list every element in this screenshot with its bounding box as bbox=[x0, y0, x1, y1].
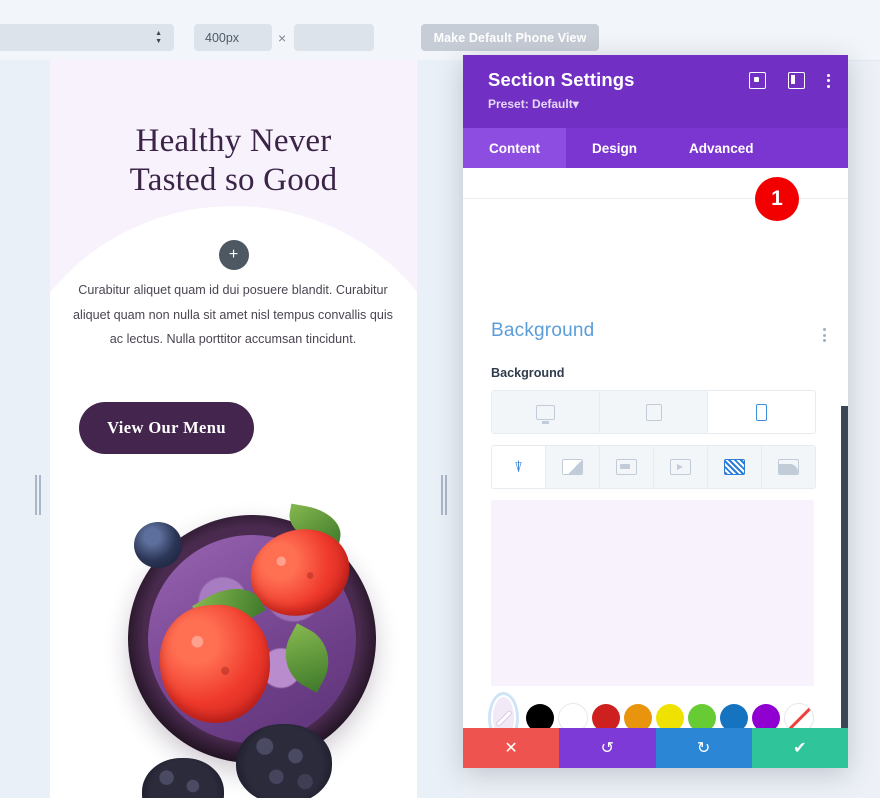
section-settings-modal: Section Settings Preset: Default▾ Conten… bbox=[463, 55, 848, 768]
viewport-width-input[interactable]: 400px bbox=[194, 24, 272, 51]
modal-action-bar: ✕ ↺ ↻ ✔ bbox=[463, 728, 848, 768]
tab-content[interactable]: Content bbox=[463, 128, 566, 168]
smoothie-bowl-image bbox=[50, 480, 417, 798]
modal-tab-bar: Content Design Advanced bbox=[463, 128, 848, 168]
modal-preset-selector[interactable]: Preset: Default▾ bbox=[488, 97, 826, 111]
hero-heading: Healthy Never Tasted so Good bbox=[50, 122, 417, 200]
modal-header-icons bbox=[749, 72, 830, 89]
chevron-down-icon: ▾ bbox=[572, 97, 579, 111]
focus-mode-icon[interactable] bbox=[749, 72, 766, 89]
phone-viewport: Healthy Never Tasted so Good + Curabitur… bbox=[50, 60, 417, 798]
gradient-icon bbox=[562, 459, 583, 475]
background-field-label: Background bbox=[491, 366, 565, 380]
view-our-menu-button[interactable]: View Our Menu bbox=[79, 402, 254, 454]
modal-preset-label: Preset: Default bbox=[488, 97, 573, 111]
desktop-icon bbox=[536, 404, 555, 424]
panel-layout-icon[interactable] bbox=[788, 72, 805, 89]
bg-type-gradient[interactable] bbox=[546, 446, 600, 488]
bg-type-mask[interactable] bbox=[762, 446, 815, 488]
device-tab-desktop[interactable] bbox=[492, 391, 600, 433]
add-module-button[interactable]: + bbox=[218, 240, 249, 270]
background-type-tabs: ⍒ bbox=[491, 445, 816, 489]
hero-heading-line2: Tasted so Good bbox=[129, 162, 338, 198]
redo-button[interactable]: ↻ bbox=[655, 728, 752, 768]
bg-type-image[interactable] bbox=[600, 446, 654, 488]
bg-type-video[interactable] bbox=[654, 446, 708, 488]
color-picker-preview[interactable] bbox=[491, 500, 814, 686]
bg-type-color[interactable]: ⍒ bbox=[492, 446, 546, 488]
video-icon bbox=[670, 459, 691, 475]
paint-bucket-icon: ⍒ bbox=[513, 458, 523, 476]
tab-design[interactable]: Design bbox=[566, 128, 663, 168]
app-root: ▲ ▼ 400px × Make Default Phone View Healt… bbox=[0, 0, 880, 798]
hero-paragraph: Curabitur aliquet quam id dui posuere bl… bbox=[73, 283, 393, 346]
tab-advanced[interactable]: Advanced bbox=[663, 128, 780, 168]
make-default-phone-view-button[interactable]: Make Default Phone View bbox=[421, 24, 599, 51]
modal-body: Background Background 1 ⍒ bbox=[463, 168, 848, 768]
blackberry-icon bbox=[236, 724, 332, 798]
device-tab-tablet[interactable] bbox=[600, 391, 708, 433]
phone-icon bbox=[756, 403, 767, 421]
save-button[interactable]: ✔ bbox=[751, 728, 848, 768]
modal-scrollbar[interactable] bbox=[841, 406, 848, 768]
blackberry-icon bbox=[142, 758, 224, 798]
background-section-title: Background bbox=[491, 320, 595, 341]
annotation-badge-1: 1 bbox=[755, 177, 799, 221]
image-icon bbox=[616, 459, 637, 475]
background-section-options-icon[interactable] bbox=[823, 328, 826, 342]
resize-handle-right[interactable] bbox=[440, 474, 448, 516]
dimension-separator-icon: × bbox=[278, 30, 287, 46]
viewport-height-input[interactable] bbox=[294, 24, 374, 51]
mask-icon bbox=[778, 459, 799, 475]
modal-header: Section Settings Preset: Default▾ bbox=[463, 55, 848, 128]
responsive-toolbar: ▲ ▼ 400px × Make Default Phone View bbox=[0, 0, 880, 61]
close-button[interactable]: ✕ bbox=[463, 728, 560, 768]
device-breakpoint-tabs bbox=[491, 390, 816, 434]
resize-handle-left[interactable] bbox=[34, 474, 42, 516]
tablet-icon bbox=[645, 403, 662, 421]
device-tab-phone[interactable] bbox=[708, 391, 815, 433]
bg-type-pattern[interactable] bbox=[708, 446, 762, 488]
more-options-icon[interactable] bbox=[827, 73, 830, 88]
chevron-updown-icon: ▲ ▼ bbox=[155, 29, 162, 45]
device-preset-select[interactable]: ▲ ▼ bbox=[0, 24, 174, 51]
hero-heading-line1: Healthy Never bbox=[135, 123, 332, 159]
blueberry-icon bbox=[134, 522, 182, 568]
preview-canvas: Healthy Never Tasted so Good + Curabitur… bbox=[0, 60, 463, 798]
pattern-icon bbox=[724, 459, 745, 475]
undo-button[interactable]: ↺ bbox=[559, 728, 656, 768]
